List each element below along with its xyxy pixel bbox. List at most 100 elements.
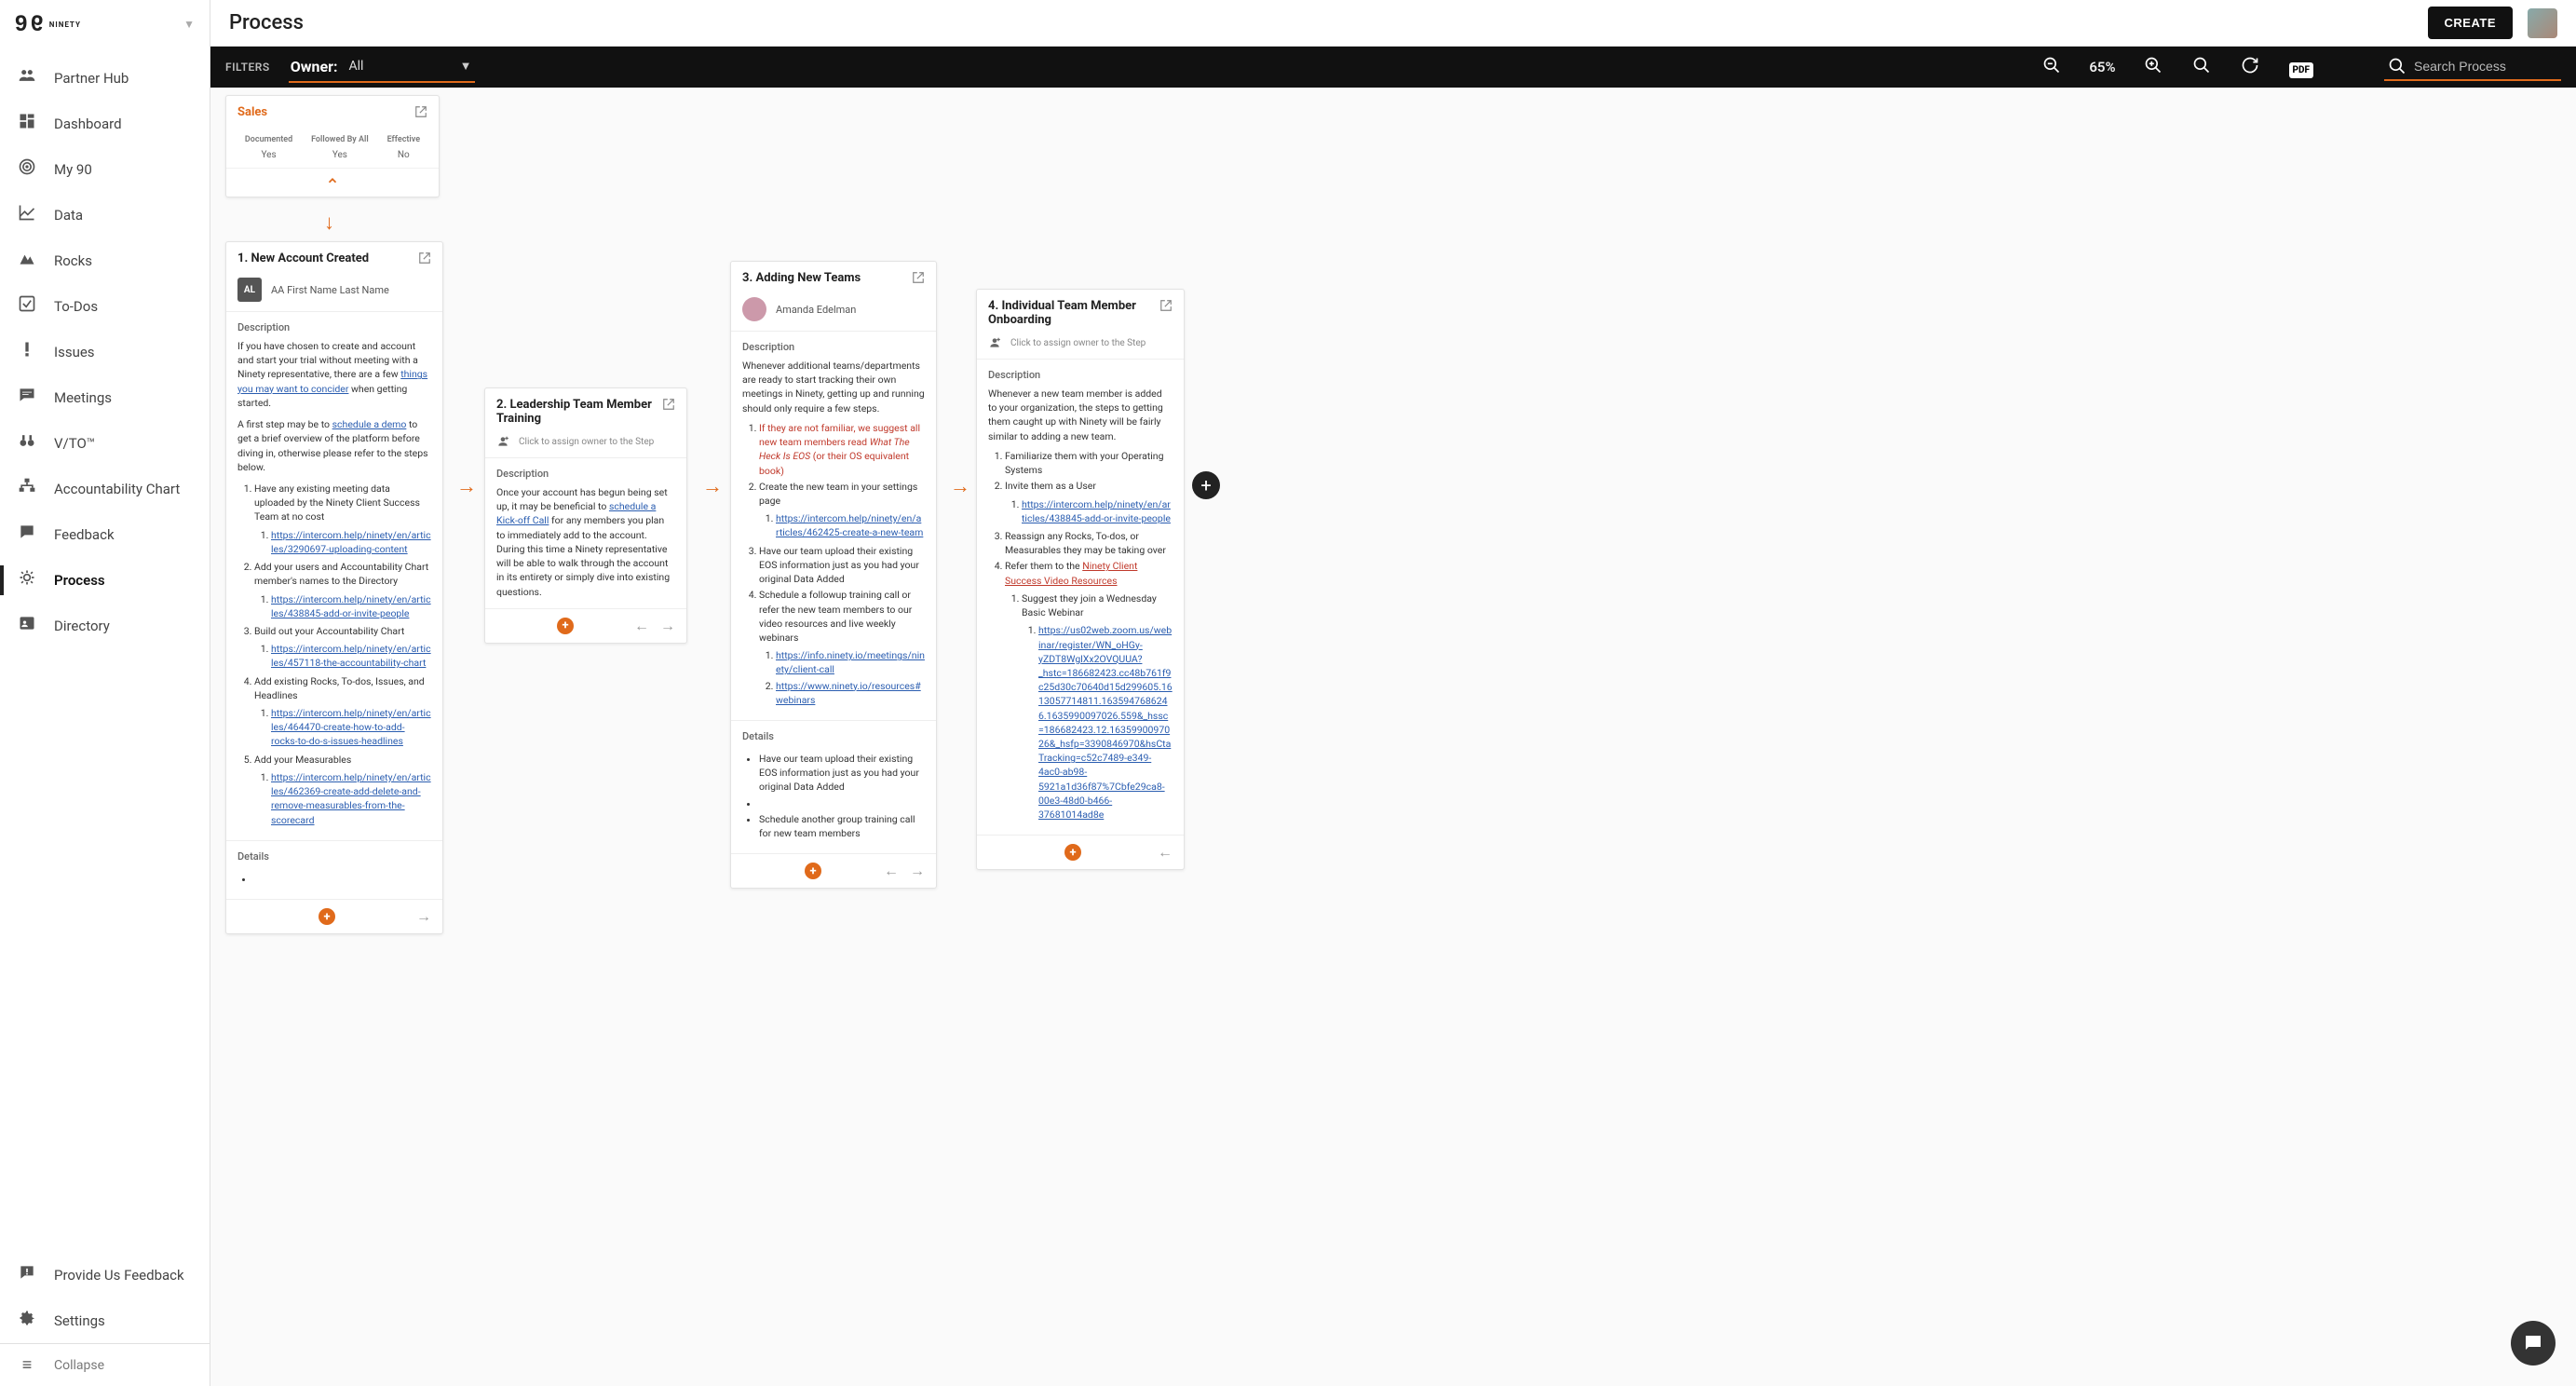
create-button[interactable]: CREATE (2428, 7, 2513, 39)
description-label: Description (485, 457, 686, 485)
sidebar-item-to-dos[interactable]: To-Dos (0, 283, 210, 329)
open-in-new-icon[interactable] (662, 398, 675, 414)
feedback-icon (17, 1263, 37, 1286)
search-icon (2388, 57, 2407, 75)
collapse-icon: ≡ (17, 1355, 37, 1375)
link[interactable]: https://us02web.zoom.us/webinar/register… (1038, 624, 1173, 821)
app-logo: 99 NINETY (15, 11, 81, 37)
nav-item-label: V/TO™ (54, 435, 95, 452)
owner-filter-label: Owner: (291, 58, 338, 75)
open-in-new-icon[interactable] (418, 251, 431, 268)
chevron-up-icon (326, 174, 339, 187)
add-substep-button[interactable]: + (805, 863, 821, 879)
collapse-toggle[interactable] (226, 168, 439, 197)
next-step-icon[interactable]: → (416, 907, 431, 926)
nav-item-label: Accountability Chart (54, 481, 180, 497)
add-substep-button[interactable]: + (1064, 844, 1081, 861)
sidebar-item-meetings[interactable]: Meetings (0, 374, 210, 420)
zoom-reset-icon[interactable] (2192, 56, 2211, 79)
chat-icon (17, 386, 37, 409)
collapse-sidebar-button[interactable]: ≡ Collapse (0, 1343, 210, 1386)
step-details: Have our team upload their existing EOS … (731, 752, 936, 853)
sidebar-item-rocks[interactable]: Rocks (0, 238, 210, 283)
prev-step-icon[interactable]: ← (884, 862, 899, 880)
open-in-new-icon[interactable] (1159, 299, 1173, 316)
collapse-label: Collapse (54, 1358, 104, 1373)
arrow-down-icon: ↓ (324, 211, 334, 235)
prev-step-icon[interactable]: ← (634, 617, 649, 635)
nav-item-label: Provide Us Feedback (54, 1267, 184, 1284)
sidebar-item-process[interactable]: Process (0, 557, 210, 603)
sidebar-item-dashboard[interactable]: Dashboard (0, 101, 210, 146)
step-card-3[interactable]: 3. Adding New Teams Amanda Edelman Descr… (730, 261, 937, 889)
search-input[interactable] (2414, 59, 2554, 74)
sidebar-item-provide-us-feedback[interactable]: Provide Us Feedback (0, 1252, 210, 1298)
sidebar-item-my-90[interactable]: My 90 (0, 146, 210, 192)
topbar: Process CREATE (210, 0, 2576, 47)
dashboard-icon (17, 112, 37, 135)
binoc-icon (17, 431, 37, 455)
next-step-icon[interactable]: → (910, 862, 925, 880)
process-icon (17, 568, 37, 591)
open-in-new-icon[interactable] (912, 271, 925, 288)
arrow-right-icon: → (456, 474, 477, 498)
people-icon (17, 66, 37, 89)
link[interactable]: https://www.ninety.io/resources#webinars (776, 680, 921, 706)
link[interactable]: https://intercom.help/ninety/en/articles… (271, 593, 431, 619)
search-process[interactable] (2384, 53, 2561, 81)
step-title: 4. Individual Team Member Onboarding (988, 299, 1159, 327)
add-substep-button[interactable]: + (319, 908, 335, 925)
add-substep-button[interactable]: + (557, 618, 574, 634)
sidebar-item-data[interactable]: Data (0, 192, 210, 238)
next-step-icon[interactable]: → (660, 617, 675, 635)
link[interactable]: https://intercom.help/ninety/en/articles… (1022, 498, 1171, 524)
process-canvas[interactable]: Sales DocumentedYesFollowed By AllYesEff… (210, 88, 2576, 1386)
step-description: Whenever additional teams/departments ar… (731, 359, 936, 720)
prev-step-icon[interactable]: ← (1158, 843, 1173, 862)
sidebar-item-settings[interactable]: Settings (0, 1298, 210, 1343)
assign-owner-button[interactable]: Click to assign owner to the Step (485, 435, 686, 457)
zoom-in-icon[interactable] (2144, 56, 2162, 79)
user-avatar[interactable] (2528, 8, 2557, 38)
exclaim-icon (17, 340, 37, 363)
description-label: Description (731, 331, 936, 359)
sidebar-item-partner-hub[interactable]: Partner Hub (0, 55, 210, 101)
nav-item-label: Meetings (54, 389, 112, 406)
process-root-card[interactable]: Sales DocumentedYesFollowed By AllYesEff… (225, 95, 440, 197)
filters-label: FILTERS (225, 61, 270, 74)
assign-owner-button[interactable]: Click to assign owner to the Step (977, 336, 1184, 359)
target-icon (17, 157, 37, 181)
nav-item-label: To-Dos (54, 298, 98, 315)
export-pdf-button[interactable]: PDF (2289, 58, 2313, 77)
add-step-fab[interactable]: + (1192, 471, 1220, 499)
root-metric: Followed By AllYes (311, 135, 369, 160)
link[interactable]: https://intercom.help/ninety/en/articles… (271, 707, 431, 747)
step-card-4[interactable]: 4. Individual Team Member Onboarding Cli… (976, 289, 1185, 870)
owner-name: Amanda Edelman (776, 304, 856, 316)
sidebar-item-directory[interactable]: Directory (0, 603, 210, 648)
owner-filter-dropdown[interactable]: Owner: All ▼ (289, 52, 476, 83)
nav-item-label: Process (54, 572, 105, 589)
sidebar-item-issues[interactable]: Issues (0, 329, 210, 374)
link[interactable]: https://intercom.help/ninety/en/articles… (271, 529, 431, 555)
link[interactable]: https://intercom.help/ninety/en/articles… (271, 643, 431, 669)
sidebar-item-feedback[interactable]: Feedback (0, 511, 210, 557)
details-label: Details (731, 720, 936, 748)
sidebar-item-v-to-[interactable]: V/TO™ (0, 420, 210, 466)
link[interactable]: schedule a demo (332, 418, 407, 430)
intercom-launcher[interactable] (2511, 1321, 2556, 1366)
sidebar-item-accountability-chart[interactable]: Accountability Chart (0, 466, 210, 511)
link[interactable]: https://intercom.help/ninety/en/articles… (271, 771, 431, 826)
link[interactable]: https://intercom.help/ninety/en/articles… (776, 512, 923, 538)
page-title: Process (229, 11, 304, 34)
root-metric: EffectiveNo (387, 135, 420, 160)
nav-bottom: Provide Us Feedback Settings (0, 1252, 210, 1343)
zoom-out-icon[interactable] (2042, 56, 2061, 79)
process-root-title: Sales (237, 105, 267, 119)
step-card-1[interactable]: 1. New Account Created AL AA First Name … (225, 241, 443, 934)
step-card-2[interactable]: 2. Leadership Team Member Training Click… (484, 387, 687, 644)
open-in-new-icon[interactable] (414, 105, 427, 122)
refresh-icon[interactable] (2241, 56, 2259, 79)
link[interactable]: https://info.ninety.io/meetings/ninety/c… (776, 649, 925, 675)
workspace-dropdown-icon[interactable]: ▼ (183, 18, 195, 31)
